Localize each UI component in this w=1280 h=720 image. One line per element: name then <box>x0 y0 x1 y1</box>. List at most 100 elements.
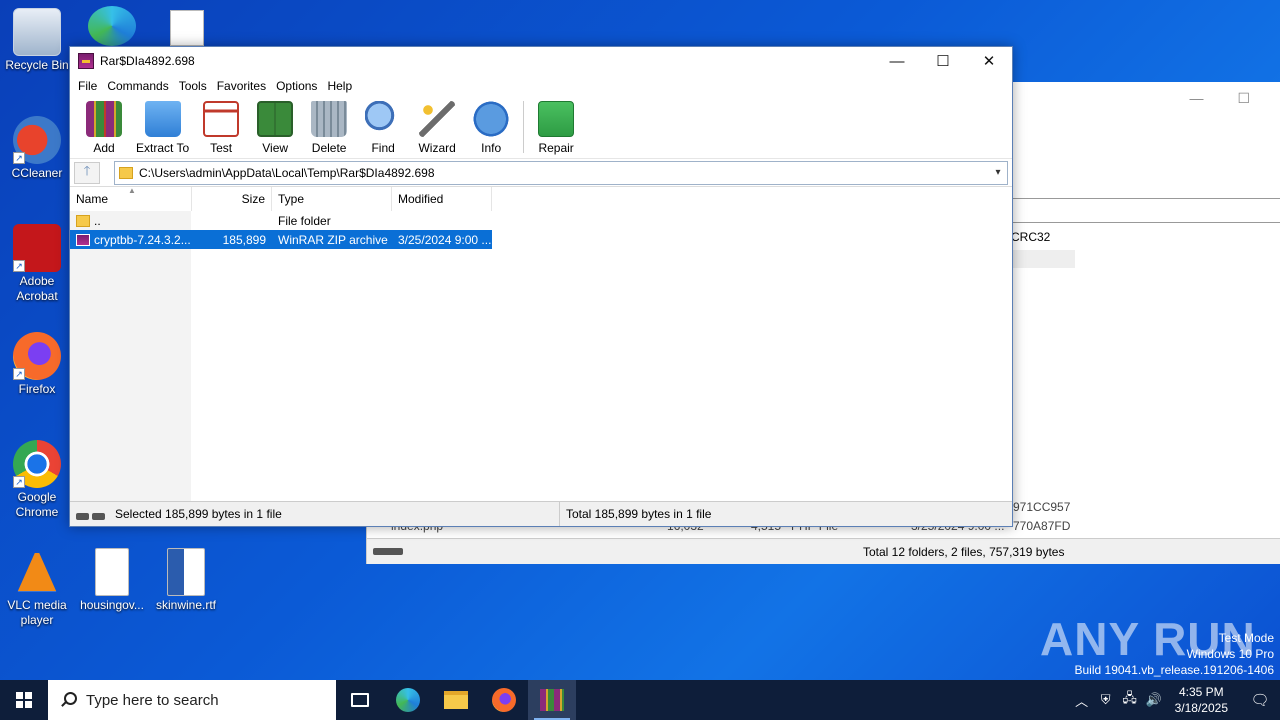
file-desktop-icon[interactable] <box>170 10 204 46</box>
minimize-icon[interactable]: — <box>1189 90 1203 106</box>
desktop-icon-ccleaner[interactable]: ↗ CCleaner <box>1 116 73 181</box>
add-button[interactable]: Add <box>82 101 126 155</box>
chevron-down-icon[interactable]: ▾ <box>989 167 1007 178</box>
repair-button[interactable]: Repair <box>534 101 578 155</box>
extract-to-label: Extract To <box>136 141 190 155</box>
shortcut-arrow-icon: ↗ <box>13 260 25 272</box>
folder-icon <box>119 166 133 179</box>
network-icon[interactable]: 🖧 <box>1119 689 1141 711</box>
clock-date: 3/18/2025 <box>1174 701 1228 715</box>
menu-tools[interactable]: Tools <box>174 79 212 93</box>
address-field[interactable]: C:\Users\admin\AppData\Local\Temp\Rar$DI… <box>114 160 1008 185</box>
find-icon <box>365 101 402 137</box>
taskbar-file-explorer[interactable] <box>432 680 480 720</box>
background-window-controls: — ☐ <box>1155 90 1250 107</box>
column-header-crc[interactable]: CRC32 <box>1011 230 1050 244</box>
test-label: Test <box>210 141 233 155</box>
test-button[interactable]: Test <box>199 101 243 155</box>
desktop-icon-adobe-acrobat[interactable]: ↗ Adobe Acrobat <box>1 224 73 304</box>
volume-icon[interactable]: 🔊 <box>1143 692 1165 708</box>
menu-options[interactable]: Options <box>271 79 322 93</box>
image-file-icon <box>95 548 129 596</box>
desktop-icon-label: Recycle Bin <box>5 58 69 72</box>
task-view-button[interactable] <box>336 680 384 720</box>
column-header-size[interactable]: Size <box>192 187 272 211</box>
find-button[interactable]: Find <box>361 101 405 155</box>
arrow-up-icon: 🡑 <box>83 162 91 178</box>
menu-commands[interactable]: Commands <box>102 79 173 93</box>
menu-favorites[interactable]: Favorites <box>212 79 271 93</box>
desktop-icon-vlc[interactable]: VLC media player <box>1 548 73 628</box>
folder-icon <box>76 215 90 228</box>
status-left: Selected 185,899 bytes in 1 file <box>70 502 560 526</box>
desktop-icon-housingov[interactable]: housingov... <box>76 548 148 613</box>
toolbar-separator <box>523 101 525 153</box>
info-button[interactable]: Info <box>469 101 513 155</box>
find-label: Find <box>371 141 395 155</box>
taskbar-edge[interactable] <box>384 680 432 720</box>
drive-icon[interactable] <box>76 509 108 520</box>
taskbar-firefox[interactable] <box>480 680 528 720</box>
row-name-cell: cryptbb-7.24.3.2... <box>70 233 192 247</box>
table-row[interactable]: .. File folder <box>70 211 1012 230</box>
notifications-icon[interactable]: 🗨 <box>1240 691 1280 709</box>
edge-desktop-icon[interactable] <box>88 6 136 46</box>
column-header-name[interactable]: ▲ Name <box>70 186 192 211</box>
desktop-icon-label: VLC media player <box>7 598 67 627</box>
watermark: Test Mode Windows 10 Pro Build 19041.vb_… <box>1075 630 1275 678</box>
minimize-button[interactable]: — <box>874 47 920 75</box>
file-list[interactable]: ▲ Name Size Type Modified .. File folder … <box>70 186 1012 501</box>
desktop-icon-google-chrome[interactable]: ↗ Google Chrome <box>1 440 73 520</box>
address-path[interactable]: C:\Users\admin\AppData\Local\Temp\Rar$DI… <box>139 166 989 180</box>
menu-help[interactable]: Help <box>322 79 357 93</box>
column-header-type[interactable]: Type <box>272 187 392 211</box>
desktop-icon-firefox[interactable]: ↗ Firefox <box>1 332 73 397</box>
row-name-cell: .. <box>70 214 192 228</box>
delete-icon <box>311 101 348 137</box>
vlc-icon <box>17 548 57 592</box>
start-button[interactable] <box>0 680 48 720</box>
up-folder-button[interactable]: 🡑 <box>74 161 100 184</box>
chevron-up-icon[interactable]: ︿ <box>1071 691 1093 710</box>
crc-value: 971CC957 <box>1013 500 1071 514</box>
column-headers: ▲ Name Size Type Modified <box>70 186 1012 211</box>
shortcut-arrow-icon: ↗ <box>13 152 25 164</box>
extract-to-button[interactable]: Extract To <box>136 101 189 155</box>
row-type-cell: File folder <box>278 213 331 228</box>
maximize-icon[interactable]: ☐ <box>1237 90 1250 106</box>
security-icon[interactable]: ⛨ <box>1095 692 1117 708</box>
task-view-icon <box>351 693 369 707</box>
clock[interactable]: 4:35 PM 3/18/2025 <box>1175 684 1228 716</box>
desktop-icon-label: skinwine.rtf <box>155 598 217 612</box>
search-placeholder: Type here to search <box>86 691 219 709</box>
wizard-label: Wizard <box>418 141 456 155</box>
divider <box>1013 222 1280 223</box>
background-statusbar: Total 12 folders, 2 files, 757,319 bytes <box>367 538 1280 564</box>
menubar: File Commands Tools Favorites Options He… <box>70 75 1012 97</box>
taskbar-winrar[interactable] <box>528 680 576 720</box>
table-row[interactable] <box>1011 250 1075 268</box>
table-row-selected[interactable]: cryptbb-7.24.3.2... 185,899 WinRAR ZIP a… <box>70 230 492 249</box>
menu-file[interactable]: File <box>73 79 102 93</box>
taskbar-search[interactable]: Type here to search <box>48 680 336 720</box>
delete-label: Delete <box>311 141 347 155</box>
column-header-modified[interactable]: Modified <box>392 187 492 211</box>
file-explorer-icon <box>444 691 468 709</box>
statusbar: Selected 185,899 bytes in 1 file Total 1… <box>70 501 1012 526</box>
shortcut-arrow-icon: ↗ <box>13 476 25 488</box>
add-icon <box>86 101 122 137</box>
winrar-window[interactable]: Rar$DIa4892.698 — ☐ ✕ File Commands Tool… <box>69 46 1013 527</box>
view-button[interactable]: View <box>253 101 297 155</box>
crc-value: 770A87FD <box>1013 519 1071 533</box>
wizard-button[interactable]: Wizard <box>415 101 459 155</box>
ccleaner-icon: ↗ <box>13 116 61 164</box>
view-label: View <box>262 141 289 155</box>
firefox-icon <box>492 688 516 712</box>
desktop-icon-recycle-bin[interactable]: Recycle Bin <box>1 8 73 73</box>
maximize-button[interactable]: ☐ <box>920 47 966 75</box>
desktop-icon-skinwine[interactable]: skinwine.rtf <box>150 548 222 613</box>
wizard-icon <box>419 101 456 137</box>
close-button[interactable]: ✕ <box>966 47 1012 75</box>
delete-button[interactable]: Delete <box>307 101 351 155</box>
titlebar[interactable]: Rar$DIa4892.698 — ☐ ✕ <box>70 47 1012 75</box>
